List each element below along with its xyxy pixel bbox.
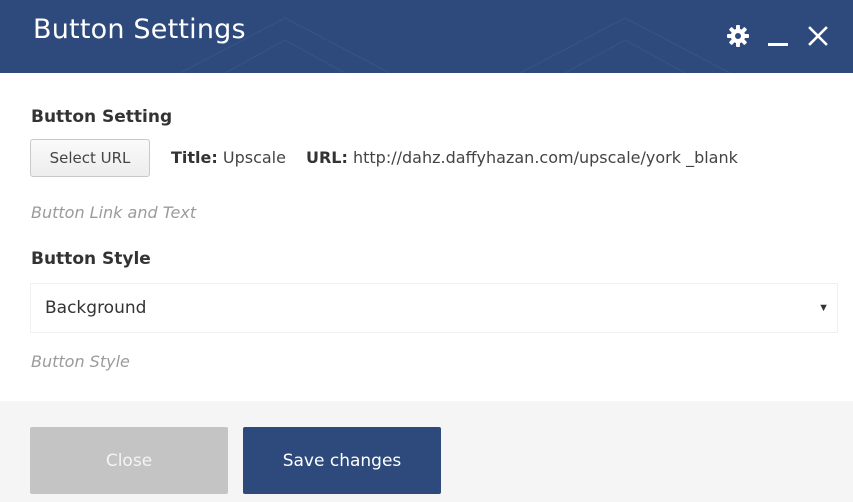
target-value: _blank: [686, 148, 738, 167]
close-button[interactable]: Close: [30, 427, 228, 494]
dialog-footer: Close Save changes: [0, 401, 853, 502]
dialog-header: Button Settings: [0, 0, 853, 73]
button-setting-label: Button Setting: [31, 107, 173, 127]
button-settings-dialog: Button Settings Button Setting Select UR…: [0, 0, 853, 502]
gear-icon[interactable]: [725, 23, 751, 49]
dialog-body: Button Setting Select URL Title: Upscale…: [0, 73, 853, 401]
window-controls: [725, 20, 831, 52]
save-changes-button[interactable]: Save changes: [243, 427, 441, 494]
title-value: Upscale: [222, 148, 286, 167]
url-label: URL:: [305, 148, 348, 167]
button-style-label: Button Style: [31, 249, 151, 269]
url-value: http://dahz.daffyhazan.com/upscale/york: [352, 148, 681, 167]
button-style-select[interactable]: Background ▼: [30, 283, 838, 333]
title-label: Title:: [171, 148, 218, 167]
button-style-help: Button Style: [31, 352, 130, 371]
dropdown-arrow-icon: ▼: [818, 302, 829, 314]
button-link-help: Button Link and Text: [31, 203, 197, 222]
close-icon[interactable]: [805, 23, 831, 49]
dialog-title: Button Settings: [33, 14, 246, 45]
button-style-selected-value: Background: [45, 298, 147, 318]
select-url-button[interactable]: Select URL: [30, 139, 150, 177]
link-info: Title: Upscale URL: http://dahz.daffyhaza…: [171, 148, 738, 167]
minimize-icon[interactable]: [765, 23, 791, 49]
